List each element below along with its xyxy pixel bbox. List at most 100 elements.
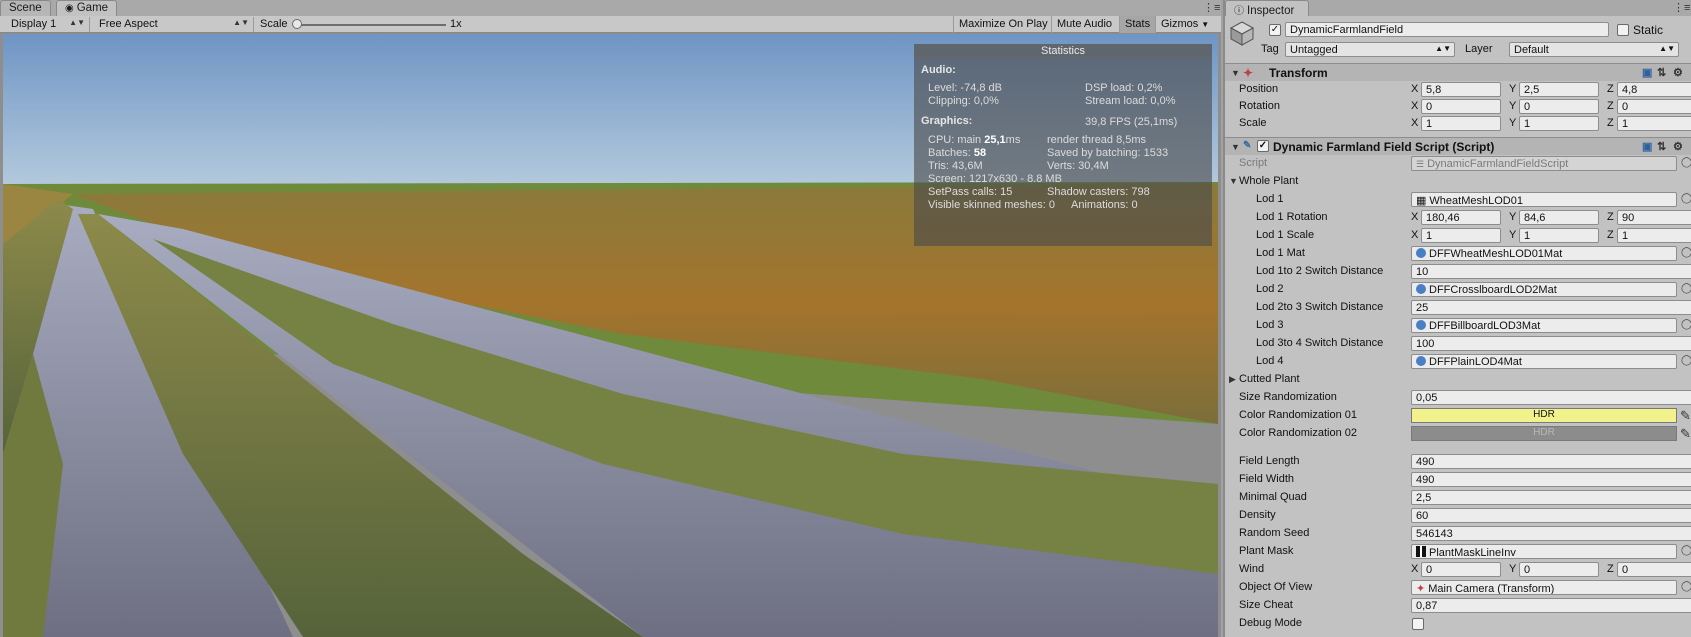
field-length-field[interactable]: 490 [1411,454,1691,469]
stats-button[interactable]: Stats [1119,16,1156,33]
axis-x-label[interactable]: X [1411,100,1418,112]
rotation-x-field[interactable]: 0 [1421,99,1501,114]
maximize-on-play-button[interactable]: Maximize On Play [953,16,1053,33]
gear-icon[interactable]: ⚙ [1673,66,1683,79]
foldout-closed-icon[interactable]: ▶ [1229,374,1236,385]
axis-z-label[interactable]: Z [1607,117,1614,129]
size-cheat-field[interactable]: 0,87 [1411,598,1691,613]
axis-y-label[interactable]: Y [1509,100,1516,112]
axis-x-label[interactable]: X [1411,211,1418,223]
lod1-field[interactable]: ▦ WheatMeshLOD01 [1411,192,1677,207]
panel-menu-icon[interactable]: ⋮≡ [1203,1,1220,14]
object-picker-icon[interactable]: ◯ [1681,545,1691,556]
active-checkbox[interactable]: ✓ [1269,24,1281,36]
lod1-mat-field[interactable]: DFFWheatMeshLOD01Mat [1411,246,1677,261]
lod4-field[interactable]: DFFPlainLOD4Mat [1411,354,1677,369]
lod3-label: Lod 3 [1256,319,1284,331]
scale-slider-track[interactable] [298,24,446,26]
mute-audio-button[interactable]: Mute Audio [1051,16,1117,33]
lod2to3-field[interactable]: 25 [1411,300,1691,315]
tab-inspector[interactable]: ⓘ Inspector [1225,0,1309,17]
axis-z-label[interactable]: Z [1607,563,1614,575]
rotation-z-field[interactable]: 0 [1617,99,1691,114]
lod1-rotation-z-field[interactable]: 90 [1617,210,1691,225]
axis-z-label[interactable]: Z [1607,211,1614,223]
help-icon[interactable]: ▣ [1642,66,1652,79]
axis-z-label[interactable]: Z [1607,83,1614,95]
density-field[interactable]: 60 [1411,508,1691,523]
object-picker-icon[interactable]: ◯ [1681,581,1691,592]
size-randomization-field[interactable]: 0,05 [1411,390,1691,405]
help-icon[interactable]: ▣ [1642,140,1652,153]
display-dropdown[interactable]: Display 1 ▲▼ [6,17,90,32]
lod1-scale-z-field[interactable]: 1 [1617,228,1691,243]
axis-x-label[interactable]: X [1411,117,1418,129]
transform-header[interactable]: ▼ ✦ Transform ▣ ⇅ ⚙ [1225,63,1691,81]
scale-x-field[interactable]: 1 [1421,116,1501,131]
axis-z-label[interactable]: Z [1607,229,1614,241]
foldout-open-icon[interactable]: ▼ [1231,142,1240,152]
object-picker-icon[interactable]: ◯ [1681,283,1691,294]
gizmos-button[interactable]: Gizmos ▼ [1155,16,1214,33]
lod3-field[interactable]: DFFBillboardLOD3Mat [1411,318,1677,333]
axis-x-label[interactable]: X [1411,563,1418,575]
debug-mode-checkbox[interactable] [1412,618,1424,630]
lod1to2-field[interactable]: 10 [1411,264,1691,279]
axis-y-label[interactable]: Y [1509,83,1516,95]
axis-z-label[interactable]: Z [1607,100,1614,112]
static-checkbox[interactable] [1617,24,1629,36]
axis-y-label[interactable]: Y [1509,117,1516,129]
wind-x-field[interactable]: 0 [1421,562,1501,577]
plant-mask-field[interactable]: PlantMaskLineInv [1411,544,1677,559]
script-enabled-checkbox[interactable]: ✓ [1257,140,1269,152]
field-width-field[interactable]: 490 [1411,472,1691,487]
minimal-quad-field[interactable]: 2,5 [1411,490,1691,505]
cutted-plant-foldout[interactable]: ▶ Cutted Plant [1225,371,1691,389]
preset-icon[interactable]: ⇅ [1657,66,1666,79]
lod1-scale-x-field[interactable]: 1 [1421,228,1501,243]
object-picker-icon[interactable]: ◯ [1681,355,1691,366]
aspect-dropdown[interactable]: Free Aspect ▲▼ [94,17,254,32]
object-picker-icon[interactable]: ◯ [1681,157,1691,168]
script-component-header[interactable]: ▼ ✎ ✓ Dynamic Farmland Field Script (Scr… [1225,137,1691,155]
position-x-field[interactable]: 5,8 [1421,82,1501,97]
random-seed-field[interactable]: 546143 [1411,526,1691,541]
whole-plant-foldout[interactable]: ▼ Whole Plant [1225,173,1691,191]
axis-y-label[interactable]: Y [1509,229,1516,241]
lod1-rotation-y-field[interactable]: 84,6 [1519,210,1599,225]
preset-icon[interactable]: ⇅ [1657,140,1666,153]
object-of-view-field[interactable]: ✦ Main Camera (Transform) [1411,580,1677,595]
tab-game[interactable]: ◉ Game [56,0,118,16]
wind-z-field[interactable]: 0 [1617,562,1691,577]
scale-y-field[interactable]: 1 [1519,116,1599,131]
tag-dropdown[interactable]: Untagged ▲▼ [1285,42,1455,57]
foldout-open-icon[interactable]: ▼ [1229,176,1238,186]
axis-x-label[interactable]: X [1411,229,1418,241]
foldout-open-icon[interactable]: ▼ [1231,68,1240,78]
layer-dropdown[interactable]: Default ▲▼ [1509,42,1679,57]
scale-z-field[interactable]: 1 [1617,116,1691,131]
position-z-field[interactable]: 4,8 [1617,82,1691,97]
object-name-field[interactable]: DynamicFarmlandField [1285,22,1609,37]
axis-y-label[interactable]: Y [1509,563,1516,575]
lod2-field[interactable]: DFFCrosslboardLOD2Mat [1411,282,1677,297]
position-y-field[interactable]: 2,5 [1519,82,1599,97]
gear-icon[interactable]: ⚙ [1673,140,1683,153]
axis-y-label[interactable]: Y [1509,211,1516,223]
object-picker-icon[interactable]: ◯ [1681,247,1691,258]
inspector-menu-icon[interactable]: ⋮≡ [1673,1,1690,14]
eyedropper-icon[interactable]: ✎ [1680,426,1691,442]
scale-slider-thumb[interactable] [292,19,302,29]
object-picker-icon[interactable]: ◯ [1681,319,1691,330]
lod1-scale-y-field[interactable]: 1 [1519,228,1599,243]
color-randomization-01-swatch[interactable]: HDR [1411,408,1677,423]
wind-y-field[interactable]: 0 [1519,562,1599,577]
rotation-y-field[interactable]: 0 [1519,99,1599,114]
lod1-rotation-x-field[interactable]: 180,46 [1421,210,1501,225]
eyedropper-icon[interactable]: ✎ [1680,408,1691,424]
object-picker-icon[interactable]: ◯ [1681,193,1691,204]
tab-scene[interactable]: Scene [0,0,51,16]
axis-x-label[interactable]: X [1411,83,1418,95]
color-randomization-02-swatch[interactable]: HDR [1411,426,1677,441]
lod3to4-field[interactable]: 100 [1411,336,1691,351]
